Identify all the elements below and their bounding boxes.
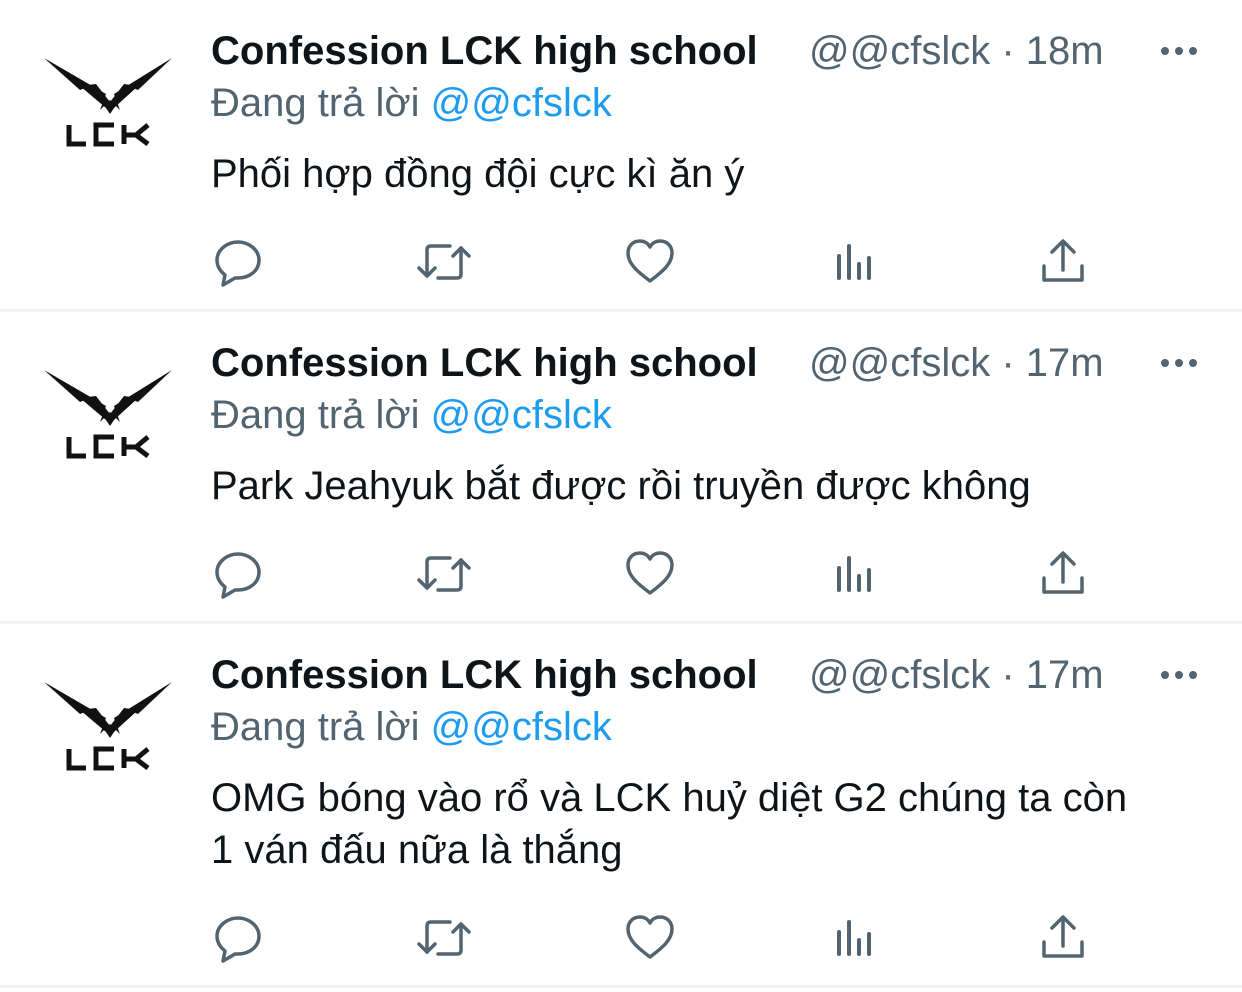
more-horizontal-icon xyxy=(1161,671,1197,679)
retweet-icon xyxy=(417,556,471,592)
reply-button[interactable] xyxy=(213,236,265,288)
tweet-text: OMG bóng vào rổ và LCK huỷ diệt G2 chúng… xyxy=(211,776,1128,872)
like-button[interactable] xyxy=(624,236,676,288)
avatar[interactable] xyxy=(44,680,172,772)
lck-logo-icon xyxy=(44,682,172,771)
analytics-bars-icon xyxy=(837,920,871,956)
replying-to-handle[interactable]: @@cfslck xyxy=(431,393,612,437)
share-button[interactable] xyxy=(1037,548,1089,600)
replying-to: Đang trả lời @@cfslck xyxy=(211,390,612,440)
tweet-time[interactable]: 18m xyxy=(1026,29,1104,73)
user-handle[interactable]: @@cfslck xyxy=(809,29,990,73)
more-options-button[interactable] xyxy=(1159,34,1199,68)
tweet-text: Phối hợp đồng đội cực kì ăn ý xyxy=(211,152,745,196)
share-upload-icon xyxy=(1042,551,1084,594)
tweet[interactable]: Confession LCK high school @@cfslck · 17… xyxy=(0,624,1242,988)
tweet-time[interactable]: 17m xyxy=(1026,341,1104,385)
tweet-header: Confession LCK high school @@cfslck · 17… xyxy=(211,650,1242,702)
avatar[interactable] xyxy=(44,368,172,460)
replying-to-handle[interactable]: @@cfslck xyxy=(431,705,612,749)
tweet-time[interactable]: 17m xyxy=(1026,653,1104,697)
share-upload-icon xyxy=(1042,915,1084,958)
retweet-button[interactable] xyxy=(416,236,471,288)
analytics-button[interactable] xyxy=(831,548,883,600)
heart-icon xyxy=(626,915,674,959)
replying-to: Đang trả lời @@cfslck xyxy=(211,702,612,752)
more-options-button[interactable] xyxy=(1159,658,1199,692)
user-handle[interactable]: @@cfslck xyxy=(809,341,990,385)
lck-logo-icon xyxy=(44,370,172,459)
tweet[interactable]: Confession LCK high school @@cfslck · 18… xyxy=(0,0,1242,312)
tweet-meta: @@cfslck · 17m xyxy=(809,650,1104,700)
tweet-actions xyxy=(211,912,1111,964)
analytics-bars-icon xyxy=(837,556,871,592)
display-name[interactable]: Confession LCK high school xyxy=(211,650,758,700)
user-handle[interactable]: @@cfslck xyxy=(809,653,990,697)
reply-bubble-icon xyxy=(215,552,261,599)
lck-logo-icon xyxy=(44,58,172,147)
tweet-actions xyxy=(211,548,1111,600)
analytics-button[interactable] xyxy=(831,236,883,288)
replying-prefix: Đang trả lời xyxy=(211,705,420,749)
tweet-actions xyxy=(211,236,1111,288)
avatar[interactable] xyxy=(44,56,172,148)
tweet-header: Confession LCK high school @@cfslck · 17… xyxy=(211,338,1242,390)
display-name[interactable]: Confession LCK high school xyxy=(211,26,758,76)
replying-to-handle[interactable]: @@cfslck xyxy=(431,81,612,125)
retweet-icon xyxy=(417,244,471,280)
more-horizontal-icon xyxy=(1161,359,1197,367)
meta-separator: · xyxy=(1001,29,1015,73)
meta-separator: · xyxy=(1001,341,1015,385)
like-button[interactable] xyxy=(624,912,676,964)
replying-to: Đang trả lời @@cfslck xyxy=(211,78,612,128)
reply-button[interactable] xyxy=(213,548,265,600)
retweet-button[interactable] xyxy=(416,912,471,964)
heart-icon xyxy=(626,239,674,283)
tweet[interactable]: Confession LCK high school @@cfslck · 17… xyxy=(0,312,1242,624)
replying-prefix: Đang trả lời xyxy=(211,81,420,125)
analytics-button[interactable] xyxy=(831,912,883,964)
share-button[interactable] xyxy=(1037,236,1089,288)
reply-button[interactable] xyxy=(213,912,265,964)
retweet-icon xyxy=(417,920,471,956)
heart-icon xyxy=(626,551,674,595)
replying-prefix: Đang trả lời xyxy=(211,393,420,437)
tweet-meta: @@cfslck · 17m xyxy=(809,338,1104,388)
share-button[interactable] xyxy=(1037,912,1089,964)
reply-bubble-icon xyxy=(215,916,261,963)
tweet-meta: @@cfslck · 18m xyxy=(809,26,1104,76)
share-upload-icon xyxy=(1042,239,1084,282)
reply-bubble-icon xyxy=(215,240,261,287)
display-name[interactable]: Confession LCK high school xyxy=(211,338,758,388)
meta-separator: · xyxy=(1001,653,1015,697)
retweet-button[interactable] xyxy=(416,548,471,600)
tweet-header: Confession LCK high school @@cfslck · 18… xyxy=(211,26,1242,78)
more-horizontal-icon xyxy=(1161,47,1197,55)
more-options-button[interactable] xyxy=(1159,346,1199,380)
tweet-text: Park Jeahyuk bắt được rồi truyền được kh… xyxy=(211,464,1031,508)
like-button[interactable] xyxy=(624,548,676,600)
analytics-bars-icon xyxy=(837,244,871,280)
tweet-feed: Confession LCK high school @@cfslck · 18… xyxy=(0,0,1242,988)
